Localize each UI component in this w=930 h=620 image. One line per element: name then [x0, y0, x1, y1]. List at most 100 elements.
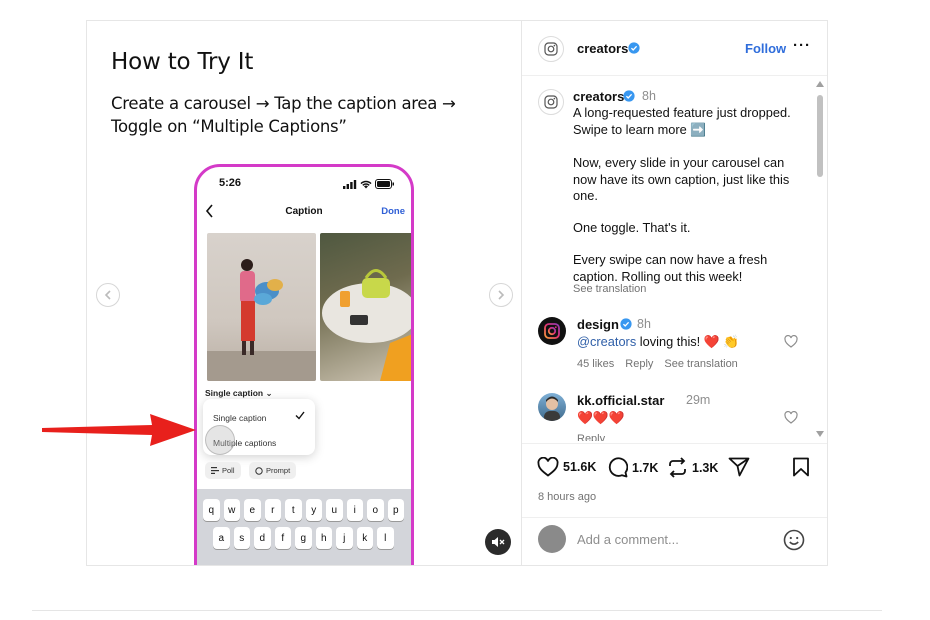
phone-mockup: 5:26 Caption Done Single caption ⌄ Singl… — [194, 164, 414, 565]
paper-plane-icon — [728, 457, 750, 477]
add-comment-input[interactable] — [577, 528, 767, 550]
comment-mention[interactable]: @creators — [577, 334, 636, 349]
keyboard-key[interactable]: l — [377, 527, 394, 549]
keyboard-key[interactable]: w — [223, 499, 240, 521]
comment-time: 8h — [637, 317, 651, 331]
phone-caption-title: Caption — [285, 206, 323, 217]
keyboard-key[interactable]: a — [213, 527, 230, 549]
comment-like-heart-icon[interactable] — [784, 411, 798, 424]
phone-status-icons — [343, 179, 395, 189]
phone-status-time: 5:26 — [219, 177, 242, 189]
next-slide-button[interactable] — [489, 283, 513, 307]
comment-like-heart-icon[interactable] — [784, 335, 798, 348]
keyboard-key[interactable]: h — [315, 527, 332, 549]
speaker-muted-icon — [492, 537, 505, 547]
previous-slide-button[interactable] — [96, 283, 120, 307]
comment-text: ❤️❤️❤️ — [577, 410, 625, 425]
comment-avatar-kk[interactable] — [538, 393, 566, 421]
keyboard-key[interactable]: p — [387, 499, 404, 521]
prompt-chip[interactable]: Prompt — [249, 462, 297, 479]
keyboard-key[interactable]: g — [295, 527, 312, 549]
reposts-count: 1.3K — [692, 460, 719, 475]
keyboard-key[interactable]: y — [305, 499, 322, 521]
scrollbar-thumb[interactable] — [817, 95, 823, 177]
wifi-icon — [360, 180, 372, 188]
caption-avatar[interactable] — [538, 89, 564, 115]
poll-chip-label: Poll — [222, 466, 235, 475]
keyboard-row-1: qwertyuiop — [203, 499, 404, 521]
keyboard-key[interactable]: s — [233, 527, 250, 549]
caption-paragraph-2: Now, every slide in your carousel can no… — [573, 155, 790, 203]
comments-count: 1.7K — [632, 460, 659, 475]
caption-mode-dropdown: Single caption Multiple captions — [203, 399, 315, 455]
like-button[interactable]: 51.6K — [537, 457, 596, 477]
creators-avatar[interactable] — [538, 36, 564, 62]
repost-icon — [669, 457, 686, 478]
scroll-down-arrow-icon[interactable] — [816, 431, 824, 437]
keyboard-key[interactable]: d — [254, 527, 271, 549]
keyboard-key[interactable]: r — [264, 499, 281, 521]
repost-button[interactable]: 1.3K — [667, 457, 718, 478]
keyboard-key[interactable]: e — [244, 499, 261, 521]
comment-username[interactable]: kk.official.star — [577, 393, 664, 408]
post-sidebar: creators Follow ··· creators 8h A long-r… — [521, 20, 828, 566]
tap-indicator — [205, 425, 235, 455]
comment-see-translation[interactable]: See translation — [664, 358, 737, 370]
instagram-logo-icon — [544, 42, 558, 56]
scroll-up-arrow-icon[interactable] — [816, 81, 824, 87]
see-translation-link[interactable]: See translation — [573, 283, 646, 295]
red-pointer-arrow — [42, 414, 196, 446]
caption-paragraph-4: Every swipe can now have a fresh caption… — [573, 252, 768, 284]
mute-button[interactable] — [485, 529, 511, 555]
comments-list: creators 8h A long-requested feature jus… — [522, 77, 818, 441]
poll-chip[interactable]: Poll — [205, 462, 241, 479]
comment-body: loving this! ❤️ 👏 — [636, 334, 740, 349]
keyboard-key[interactable]: q — [203, 499, 220, 521]
avatar-photo — [544, 396, 560, 421]
page: How to Try It Create a carousel → Tap th… — [0, 0, 930, 620]
battery-icon — [375, 179, 394, 189]
slide-title: How to Try It — [111, 49, 254, 75]
post-header: creators Follow ··· — [522, 21, 827, 76]
comment-button[interactable]: 1.7K — [607, 457, 658, 478]
share-button[interactable] — [728, 457, 750, 477]
keyboard-key[interactable]: t — [285, 499, 302, 521]
slide-instructions: Create a carousel → Tap the caption area… — [111, 94, 456, 136]
likes-count: 51.6K — [563, 460, 597, 474]
keyboard-key[interactable]: u — [326, 499, 343, 521]
keyboard-key[interactable]: j — [336, 527, 353, 549]
prompt-icon — [255, 466, 263, 475]
heart-icon — [537, 457, 559, 477]
keyboard-key[interactable]: f — [274, 527, 291, 549]
comment-bubble-icon — [608, 457, 628, 478]
comments-scrollbar[interactable] — [816, 81, 824, 441]
current-user-avatar — [538, 525, 566, 553]
comment-username[interactable]: design — [577, 317, 619, 332]
keyboard-key[interactable]: k — [356, 527, 373, 549]
follow-button[interactable]: Follow — [745, 41, 786, 56]
bookmark-icon — [793, 457, 809, 477]
option-single-caption[interactable]: Single caption — [213, 413, 266, 423]
comment-avatar-design[interactable] — [538, 317, 566, 345]
keyboard-key[interactable]: o — [367, 499, 384, 521]
save-button[interactable] — [792, 457, 810, 477]
comment-reply-button[interactable]: Reply — [577, 433, 605, 441]
keyboard-key[interactable]: i — [346, 499, 363, 521]
caption-username[interactable]: creators — [573, 89, 624, 104]
verified-badge-icon — [623, 90, 635, 102]
emoji-icon[interactable] — [783, 529, 805, 551]
phone-caption-header: Caption Done — [197, 201, 411, 225]
caption-mode-selector[interactable]: Single caption ⌄ — [205, 388, 273, 399]
comment-likes[interactable]: 45 likes — [577, 358, 614, 370]
post-timestamp: 8 hours ago — [538, 491, 597, 503]
comment-reply-button[interactable]: Reply — [625, 358, 653, 370]
more-options-button[interactable]: ··· — [793, 37, 811, 54]
page-divider — [32, 610, 882, 611]
post-author-username[interactable]: creators — [577, 41, 628, 56]
comment-text: @creators loving this! ❤️ 👏 — [577, 334, 739, 350]
signal-icon — [343, 179, 357, 189]
comment-meta: Reply — [577, 433, 605, 441]
post-media: How to Try It Create a carousel → Tap th… — [86, 20, 522, 566]
instagram-logo-icon — [544, 95, 558, 109]
phone-done-button[interactable]: Done — [381, 206, 405, 217]
